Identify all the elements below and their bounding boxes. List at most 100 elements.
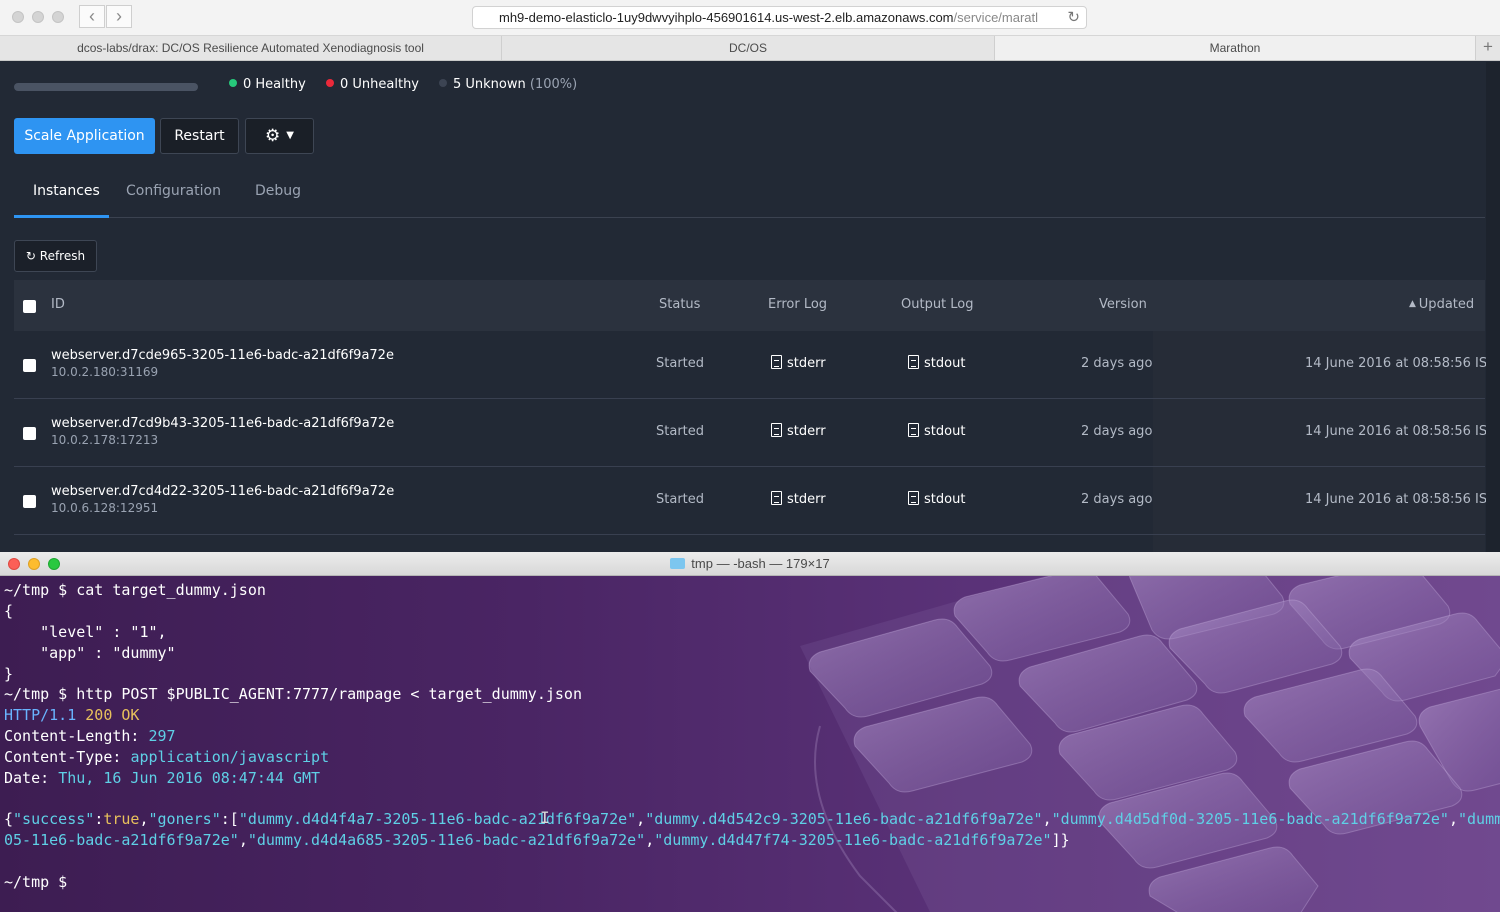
- instance-host: 10.0.2.178:17213: [51, 433, 159, 447]
- tab-debug[interactable]: Debug: [255, 183, 301, 199]
- tabs-divider: [14, 217, 1485, 218]
- browser-tab-marathon[interactable]: Marathon: [995, 36, 1476, 60]
- json-punct: ,: [1448, 810, 1458, 828]
- table-header: ID Status Error Log Output Log Version ▲…: [14, 280, 1485, 331]
- json-punct: ,: [238, 831, 248, 849]
- forward-button[interactable]: ›: [106, 5, 132, 28]
- file-icon: [771, 423, 782, 437]
- shell-prompt[interactable]: ~/tmp $: [4, 872, 67, 892]
- json-punct: ,: [636, 810, 646, 828]
- more-actions-button[interactable]: ⚙ ▼: [245, 118, 314, 154]
- instance-status: Started: [656, 424, 705, 439]
- active-tab-indicator: [14, 215, 109, 218]
- json-string: "dummy.d4d542c9-3205-11e6-badc-a21df6f9a…: [645, 810, 1043, 828]
- terminal-output[interactable]: ~/tmp $ cat target_dummy.json { "level" …: [0, 576, 1500, 912]
- tab-configuration[interactable]: Configuration: [126, 183, 221, 199]
- json-brace: {: [4, 810, 14, 828]
- url-path: /service/maratl: [953, 10, 1039, 25]
- unknown-percent: (100%): [529, 77, 578, 92]
- instance-id[interactable]: webserver.d7cd9b43-3205-11e6-badc-a21df6…: [51, 416, 394, 431]
- terminal-line: ~/tmp $ cat target_dummy.json: [4, 581, 266, 599]
- gear-icon: ⚙: [265, 126, 281, 146]
- instance-id[interactable]: webserver.d7cd4d22-3205-11e6-badc-a21df6…: [51, 484, 394, 499]
- close-window-button[interactable]: [12, 11, 24, 23]
- file-icon: [771, 491, 782, 505]
- back-button[interactable]: ‹: [79, 5, 105, 28]
- terminal-line: {: [4, 602, 14, 620]
- browser-window: ‹ › mh9-demo-elasticlo-1uy9dwvyihplo-456…: [0, 0, 1500, 552]
- header-value: Thu, 16 Jun 2016 08:47:44 GMT: [58, 769, 321, 787]
- header-id[interactable]: ID: [51, 297, 65, 312]
- json-punct: ,: [645, 831, 655, 849]
- table-row: webserver.d7cd9b43-3205-11e6-badc-a21df6…: [14, 399, 1495, 467]
- stderr-label: stderr: [787, 356, 826, 371]
- stdout-link[interactable]: stdout: [908, 491, 965, 507]
- zoom-window-button[interactable]: [52, 11, 64, 23]
- header-status[interactable]: Status: [659, 297, 700, 312]
- http-proto: HTTP: [4, 706, 41, 724]
- healthy-count: 0 Healthy: [229, 77, 306, 92]
- header-date: Date: Thu, 16 Jun 2016 08:47:44 GMT: [4, 768, 320, 788]
- row-checkbox[interactable]: [23, 427, 36, 440]
- stderr-link[interactable]: stderr: [771, 423, 826, 439]
- table-row: webserver.d7cde965-3205-11e6-badc-a21df6…: [14, 331, 1495, 399]
- row-checkbox[interactable]: [23, 495, 36, 508]
- browser-tab-dcos[interactable]: DC/OS: [502, 36, 995, 60]
- json-punct: ]}: [1051, 831, 1070, 849]
- terminal-title: tmp — -bash — 179×17: [0, 552, 1500, 576]
- text-cursor-icon: I: [540, 808, 550, 827]
- stderr-link[interactable]: stderr: [771, 355, 826, 371]
- healthy-label: 0 Healthy: [243, 77, 306, 92]
- unhealthy-count: 0 Unhealthy: [326, 77, 419, 92]
- row-checkbox[interactable]: [23, 359, 36, 372]
- stdout-link[interactable]: stdout: [908, 355, 965, 371]
- json-response-line: 05-11e6-badc-a21df6f9a72e","dummy.d4d4a6…: [4, 830, 1070, 850]
- select-all-checkbox[interactable]: [23, 300, 36, 313]
- refresh-button[interactable]: ↻ Refresh: [14, 240, 97, 272]
- restart-button[interactable]: Restart: [160, 118, 239, 154]
- json-response-line: {"success":true,"goners":["dummy.d4d4f4a…: [4, 809, 1500, 829]
- json-punct: :[: [220, 810, 239, 828]
- dcos-service-page: 0 Healthy 0 Unhealthy 5 Unknown (100%) S…: [0, 62, 1500, 552]
- json-bool: true: [103, 810, 140, 828]
- new-tab-button[interactable]: +: [1476, 36, 1500, 60]
- health-bar: [14, 83, 198, 91]
- http-version: /1.1: [40, 706, 77, 724]
- browser-tab-drax[interactable]: dcos-labs/drax: DC/OS Resilience Automat…: [0, 36, 502, 60]
- terminal-line: "level" : "1",: [4, 623, 167, 641]
- minimize-window-button[interactable]: [32, 11, 44, 23]
- stdout-label: stdout: [924, 492, 966, 507]
- http-reason: OK: [121, 706, 140, 724]
- instance-updated: 14 June 2016 at 08:58:56 IST: [1305, 356, 1496, 371]
- header-key: Date:: [4, 769, 59, 787]
- browser-toolbar: ‹ › mh9-demo-elasticlo-1uy9dwvyihplo-456…: [0, 0, 1500, 36]
- stderr-link[interactable]: stderr: [771, 491, 826, 507]
- instance-updated: 14 June 2016 at 08:58:56 IST: [1305, 492, 1496, 507]
- file-icon: [908, 491, 919, 505]
- header-content-type: Content-Type: application/javascript: [4, 747, 329, 767]
- terminal-line: }: [4, 665, 14, 683]
- instance-status: Started: [656, 356, 705, 371]
- stderr-label: stderr: [787, 492, 826, 507]
- unhealthy-dot-icon: [326, 79, 334, 87]
- header-output-log[interactable]: Output Log: [901, 297, 974, 312]
- tab-instances[interactable]: Instances: [33, 183, 100, 199]
- file-icon: [908, 423, 919, 437]
- header-updated[interactable]: ▲ Updated: [1409, 297, 1474, 312]
- address-bar[interactable]: mh9-demo-elasticlo-1uy9dwvyihplo-4569016…: [472, 6, 1087, 29]
- instances-table: ID Status Error Log Output Log Version ▲…: [14, 280, 1495, 535]
- healthy-dot-icon: [229, 79, 237, 87]
- reload-icon[interactable]: ↻: [1067, 7, 1080, 28]
- file-icon: [908, 355, 919, 369]
- header-error-log[interactable]: Error Log: [768, 297, 827, 312]
- instance-version: 2 days ago: [1081, 356, 1153, 371]
- stdout-link[interactable]: stdout: [908, 423, 965, 439]
- caret-down-icon: ▼: [286, 130, 294, 141]
- json-string: "dummy.d4d5df0d-3205-11e6-badc-a21df6f9a…: [1051, 810, 1449, 828]
- header-value: application/javascript: [130, 748, 330, 766]
- header-version[interactable]: Version: [1099, 297, 1147, 312]
- scale-application-button[interactable]: Scale Application: [14, 118, 155, 154]
- instance-id[interactable]: webserver.d7cde965-3205-11e6-badc-a21df6…: [51, 348, 394, 363]
- terminal-line: ~/tmp $ http POST $PUBLIC_AGENT:7777/ram…: [4, 685, 582, 703]
- page-scrollbar[interactable]: [1486, 62, 1500, 552]
